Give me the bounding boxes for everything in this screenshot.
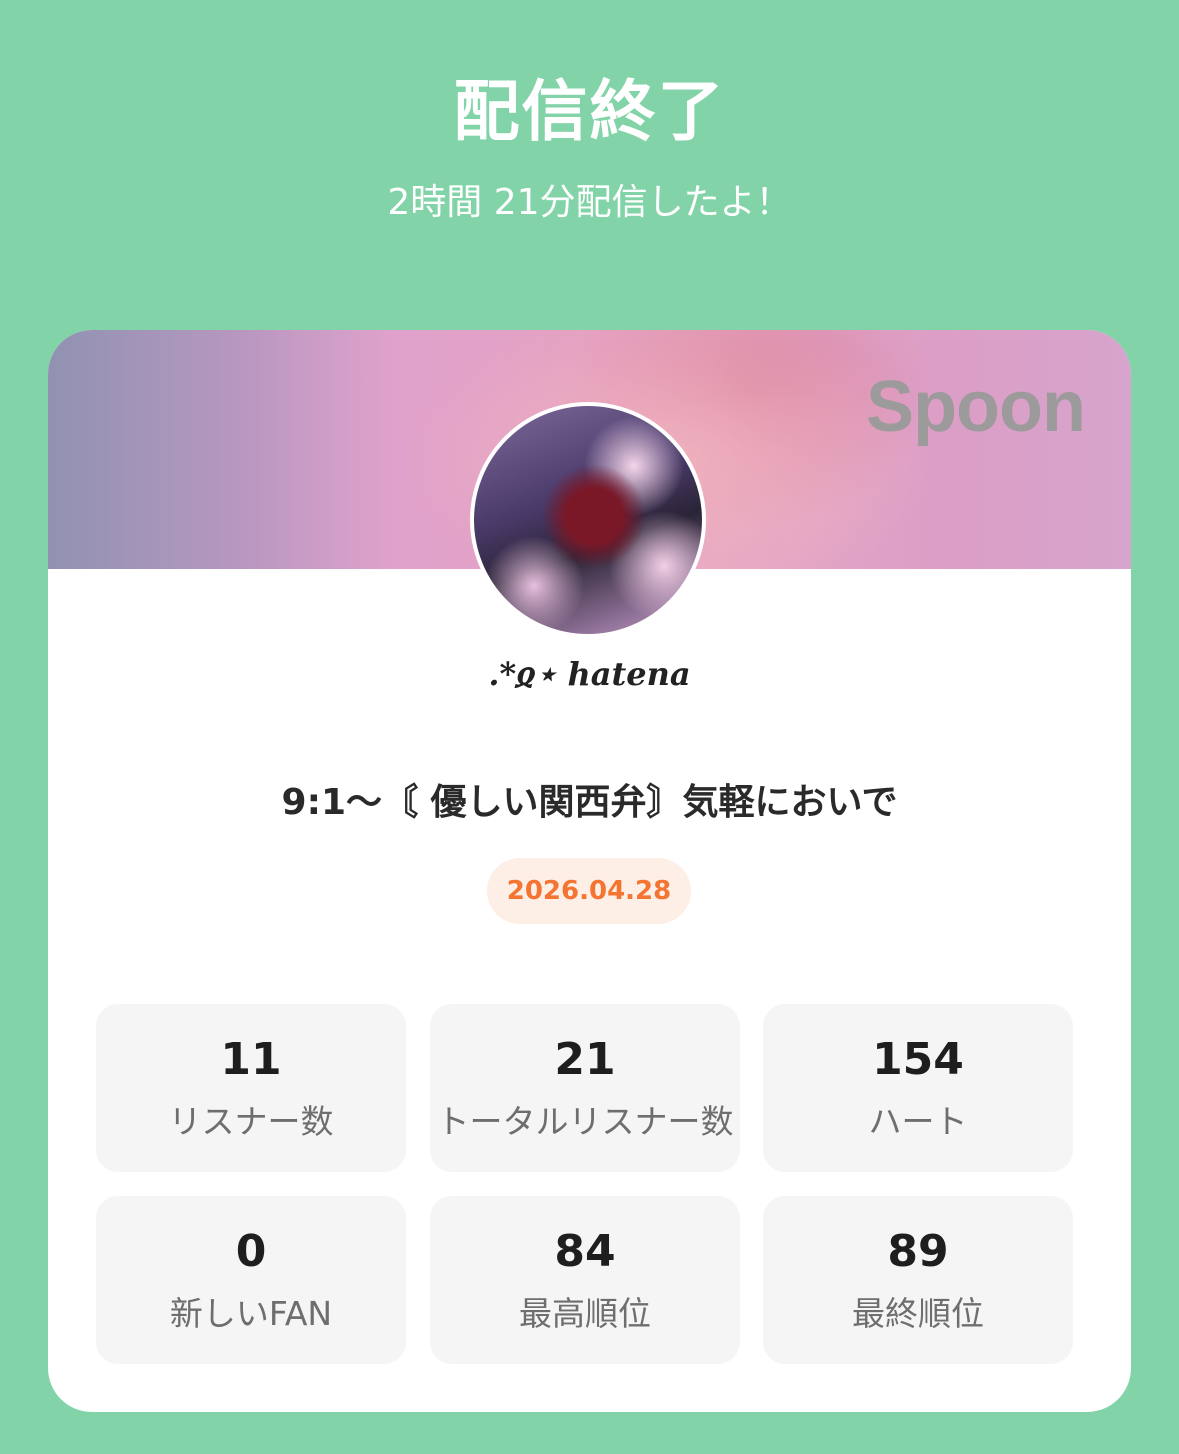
avatar[interactable] xyxy=(470,402,706,638)
stat-label: 新しいFAN xyxy=(169,1294,333,1333)
stat-value: 89 xyxy=(887,1226,949,1277)
username: .*ჲ⋆ hatena xyxy=(488,655,691,693)
stream-title: 9:1〜〘 優しい関西弁〙気軽においで xyxy=(281,782,898,823)
stat-value: 11 xyxy=(220,1034,282,1085)
stat-highest-rank: 84 最高順位 xyxy=(430,1196,740,1364)
stat-value: 154 xyxy=(872,1034,964,1085)
stat-value: 21 xyxy=(554,1034,616,1085)
date-badge: 2026.04.28 xyxy=(487,858,691,924)
stat-value: 84 xyxy=(554,1226,616,1277)
stat-new-fans: 0 新しいFAN xyxy=(96,1196,406,1364)
stat-value: 0 xyxy=(235,1226,267,1277)
broadcast-duration: 2時間 21分配信したよ！ xyxy=(387,182,792,223)
stat-listeners: 11 リスナー数 xyxy=(96,1004,406,1172)
stat-label: リスナー数 xyxy=(168,1102,334,1141)
stat-total-listeners: 21 トータルリスナー数 xyxy=(430,1004,740,1172)
stat-label: 最高順位 xyxy=(519,1294,651,1333)
page-title: 配信終了 xyxy=(453,73,726,150)
stat-label: 最終順位 xyxy=(852,1294,984,1333)
stat-label: トータルリスナー数 xyxy=(436,1102,734,1141)
broadcast-summary-card: Spoon .*ჲ⋆ hatena 9:1〜〘 優しい関西弁〙気軽においで 20… xyxy=(48,330,1131,1412)
stat-hearts: 154 ハート xyxy=(763,1004,1073,1172)
stat-label: ハート xyxy=(868,1102,968,1141)
stat-final-rank: 89 最終順位 xyxy=(763,1196,1073,1364)
spoon-logo: Spoon xyxy=(866,367,1086,447)
